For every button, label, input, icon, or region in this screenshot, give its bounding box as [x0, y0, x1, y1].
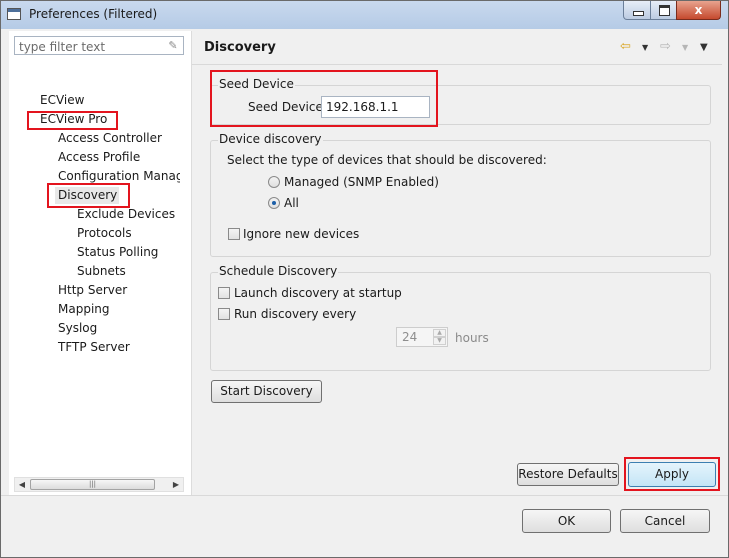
run-every-label: Run discovery every	[234, 307, 357, 321]
ignore-new-devices-checkbox[interactable]	[228, 228, 240, 240]
interval-unit-label: hours	[455, 331, 489, 345]
start-discovery-button[interactable]: Start Discovery	[211, 380, 322, 403]
tree-item-status-polling[interactable]: Status Polling	[77, 244, 158, 261]
preferences-window: Preferences (Filtered) x ✎ ECView ECView…	[0, 0, 729, 558]
scroll-right-icon[interactable]: ▶	[169, 478, 183, 491]
tree-item-http-server[interactable]: Http Server	[58, 282, 127, 299]
back-arrow-icon[interactable]: ⇦	[620, 39, 631, 54]
all-radio[interactable]	[268, 197, 280, 209]
tree-item-subnets[interactable]: Subnets	[77, 263, 126, 280]
close-button[interactable]: x	[676, 1, 721, 20]
title-bar[interactable]: Preferences (Filtered) x	[1, 1, 728, 29]
horizontal-scrollbar[interactable]: ◀ ||| ▶	[14, 477, 184, 492]
back-dropdown-icon[interactable]: ▼	[642, 43, 648, 52]
apply-button[interactable]: Apply	[628, 462, 716, 487]
tree-item-ecview-pro[interactable]: ECView Pro	[40, 111, 107, 128]
tree-item-protocols[interactable]: Protocols	[77, 225, 132, 242]
tree-item-ecview[interactable]: ECView	[40, 92, 84, 109]
ok-button[interactable]: OK	[522, 509, 611, 533]
all-radio-label: All	[284, 196, 299, 210]
page-navigation: ⇦ ▼ ⇨ ▼ ▼	[620, 39, 716, 55]
window-title: Preferences (Filtered)	[29, 7, 158, 21]
cancel-button[interactable]: Cancel	[620, 509, 710, 533]
tree-item-access-controller[interactable]: Access Controller	[58, 130, 162, 147]
ignore-new-devices-label: Ignore new devices	[243, 227, 360, 241]
close-icon: x	[694, 3, 703, 17]
seed-device-label: Seed Device	[248, 100, 323, 114]
page-title: Discovery	[204, 40, 276, 55]
preferences-tree: ECView ECView Pro Access Controller Acce…	[9, 61, 191, 471]
tree-item-discovery[interactable]: Discovery	[58, 187, 117, 204]
seed-device-group-title: Seed Device	[218, 77, 295, 91]
device-discovery-group-title: Device discovery	[218, 132, 323, 146]
clear-filter-icon[interactable]: ✎	[166, 39, 180, 52]
schedule-discovery-group-title: Schedule Discovery	[218, 264, 339, 278]
scroll-left-icon[interactable]: ◀	[15, 478, 29, 491]
forward-arrow-icon[interactable]: ⇨	[660, 39, 671, 54]
discovery-type-prompt: Select the type of devices that should b…	[227, 153, 547, 167]
managed-radio-label: Managed (SNMP Enabled)	[284, 175, 439, 189]
launch-at-startup-label: Launch discovery at startup	[234, 286, 402, 300]
tree-item-mapping[interactable]: Mapping	[58, 301, 110, 318]
title-separator	[192, 64, 722, 65]
preference-page: Discovery ⇦ ▼ ⇨ ▼ ▼ Seed Device Seed Dev…	[192, 31, 722, 495]
window-icon	[7, 8, 21, 20]
tree-item-tftp-server[interactable]: TFTP Server	[58, 339, 130, 356]
restore-defaults-button[interactable]: Restore Defaults	[517, 463, 619, 486]
view-menu-icon[interactable]: ▼	[700, 42, 708, 53]
interval-value: 24	[402, 330, 418, 344]
tree-item-exclude-devices[interactable]: Exclude Devices	[77, 206, 175, 223]
managed-radio[interactable]	[268, 176, 280, 188]
scrollbar-thumb[interactable]: |||	[30, 479, 155, 490]
preferences-sidebar: ✎ ECView ECView Pro Access Controller Ac…	[9, 31, 192, 495]
spinner-up-icon[interactable]: ▲	[433, 329, 446, 337]
run-every-checkbox[interactable]	[218, 308, 230, 320]
footer-separator	[1, 495, 728, 496]
filter-input[interactable]	[17, 38, 161, 55]
minimize-button[interactable]	[623, 1, 651, 20]
tree-item-configuration-management[interactable]: Configuration Manag	[58, 168, 180, 185]
forward-dropdown-icon[interactable]: ▼	[682, 43, 688, 52]
maximize-button[interactable]	[650, 1, 677, 20]
tree-item-syslog[interactable]: Syslog	[58, 320, 97, 337]
tree-item-access-profile[interactable]: Access Profile	[58, 149, 140, 166]
interval-spinner[interactable]: 24 ▲ ▼	[396, 327, 448, 347]
filter-box: ✎	[14, 36, 184, 55]
seed-device-input[interactable]: 192.168.1.1	[321, 96, 430, 118]
spinner-down-icon[interactable]: ▼	[433, 337, 446, 345]
launch-at-startup-checkbox[interactable]	[218, 287, 230, 299]
